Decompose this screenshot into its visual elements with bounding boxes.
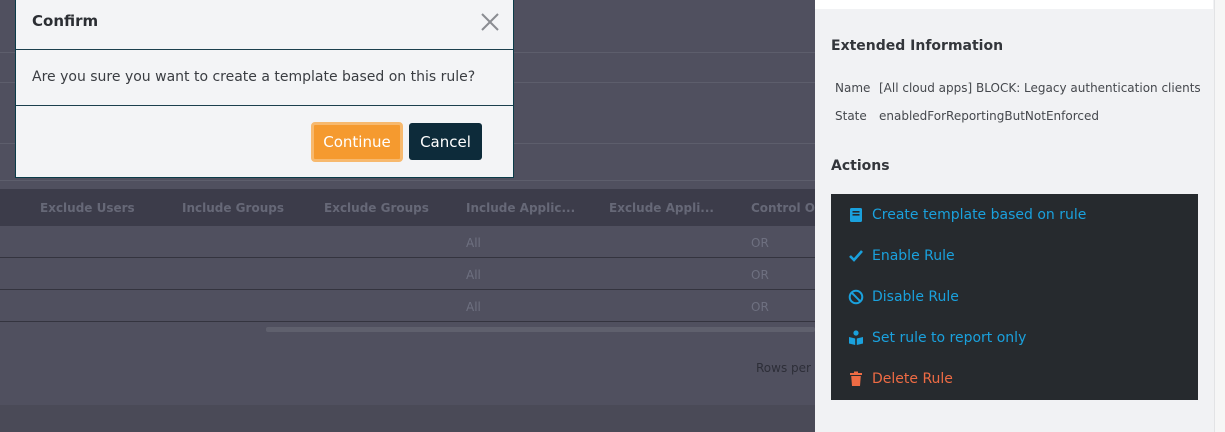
info-value-name: [All cloud apps] BLOCK: Legacy authentic… (879, 81, 1201, 95)
cell-control-op: OR (751, 268, 769, 282)
panel-scrollbar[interactable] (1214, 0, 1225, 432)
table-header-row: Exclude Users Include Groups Exclude Gro… (0, 189, 824, 226)
disable-rule-action[interactable]: Disable Rule (847, 286, 959, 308)
cancel-button[interactable]: Cancel (409, 123, 482, 160)
cell-include-apps: All (466, 236, 481, 250)
cell-control-op: OR (751, 300, 769, 314)
action-label: Disable Rule (872, 289, 959, 305)
column-header: Include Groups (182, 201, 284, 215)
action-label: Set rule to report only (872, 330, 1027, 346)
rows-per-page-label: Rows per (756, 361, 811, 375)
background-divider (0, 180, 815, 181)
cell-control-op: OR (751, 236, 769, 250)
column-header: Exclude Users (40, 201, 135, 215)
actions-title: Actions (831, 158, 890, 174)
table-horizontal-scrollbar[interactable] (266, 327, 815, 332)
panel-top-card (815, 0, 1213, 9)
actions-menu: Create template based on rule Enable Rul… (831, 194, 1198, 400)
action-label: Create template based on rule (872, 207, 1087, 223)
trash-icon (847, 370, 865, 388)
continue-button[interactable]: Continue (311, 122, 403, 162)
info-key-state: State (835, 109, 867, 123)
delete-rule-action[interactable]: Delete Rule (847, 368, 953, 390)
dialog-title: Confirm (32, 12, 99, 30)
dialog-body: Are you sure you want to create a templa… (16, 50, 513, 106)
enable-rule-action[interactable]: Enable Rule (847, 245, 955, 267)
info-key-name: Name (835, 81, 871, 95)
action-label: Delete Rule (872, 371, 953, 387)
ban-icon (847, 288, 865, 306)
column-header: Control Op (751, 201, 824, 215)
dialog-header: Confirm (16, 0, 513, 50)
dialog-message: Are you sure you want to create a templa… (32, 69, 476, 85)
table-row: All OR (0, 258, 815, 290)
column-header: Exclude Appli... (609, 201, 714, 215)
column-header: Include Applic... (466, 201, 576, 215)
background-footer (0, 405, 815, 432)
close-icon[interactable] (478, 10, 502, 34)
extended-info-title: Extended Information (831, 38, 1004, 54)
report-only-action[interactable]: Set rule to report only (847, 327, 1026, 349)
check-icon (847, 247, 865, 265)
book-icon (847, 206, 865, 224)
report-user-icon (847, 329, 865, 347)
table-row: All OR (0, 226, 815, 258)
info-value-state: enabledForReportingButNotEnforced (879, 109, 1099, 123)
cell-include-apps: All (466, 300, 481, 314)
action-label: Enable Rule (872, 248, 955, 264)
table-row: All OR (0, 290, 815, 322)
cell-include-apps: All (466, 268, 481, 282)
column-header: Exclude Groups (324, 201, 429, 215)
create-template-action[interactable]: Create template based on rule (847, 204, 1086, 226)
rule-detail-panel: Extended Information Name [All cloud app… (815, 0, 1225, 432)
